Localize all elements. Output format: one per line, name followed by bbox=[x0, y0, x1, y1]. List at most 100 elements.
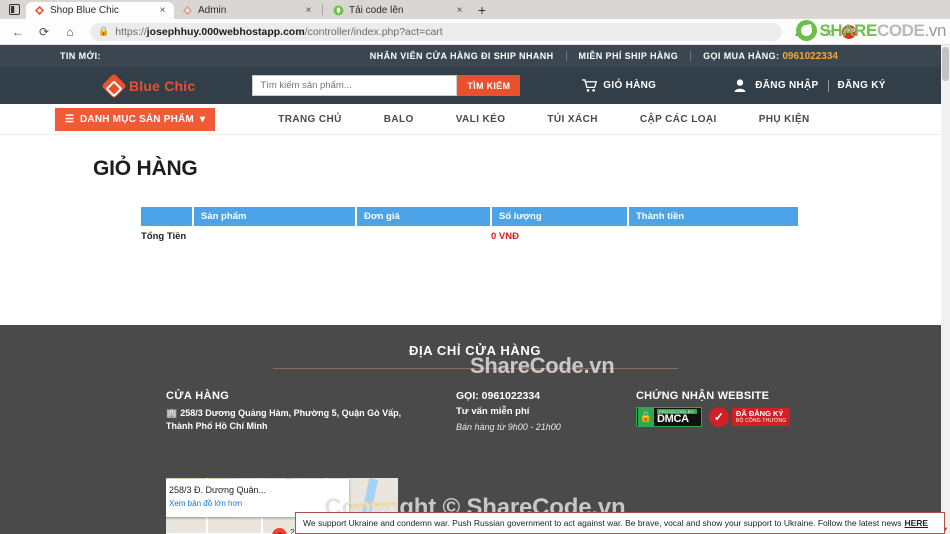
map-larger-link[interactable]: Xem bản đồ lớn hơn bbox=[169, 499, 341, 508]
footer-store-column: CỬA HÀNG 🏢 258/3 Dương Quảng Hàm, Phường … bbox=[166, 390, 434, 433]
tab-close-icon[interactable]: × bbox=[303, 5, 314, 16]
phone-number: 0961022334 bbox=[782, 50, 838, 62]
main-navigation: ☰ DANH MỤC SẢN PHẨM ▾ TRANG CHỦ BALO VAL… bbox=[0, 104, 950, 135]
tab-divider bbox=[322, 4, 323, 15]
announcement-item-0: NHÂN VIÊN CỬA HÀNG ĐI SHIP NHANH bbox=[369, 51, 554, 61]
nav-item-cap-cac-loai[interactable]: CẬP CÁC LOẠI bbox=[619, 114, 738, 125]
cert-badges: 🔒 PROTECTED BY: DMCA ✓ ĐÃ ĐĂNG KÝ BỘ CÔN… bbox=[636, 407, 791, 427]
news-label: TIN MỚI: bbox=[60, 51, 101, 61]
search-input[interactable] bbox=[252, 75, 458, 96]
account-block: ĐĂNG NHẬP ĐĂNG KÝ bbox=[734, 79, 885, 92]
browser-toolbar: ← ⟳ ⌂ 🔒 https://josephhuy.000webhostapp.… bbox=[0, 19, 950, 45]
cart-section: GIỎ HÀNG Sản phẩm Đơn giá Số lượng Thành… bbox=[0, 157, 950, 429]
site-footer: ĐỊA CHỈ CỬA HÀNG CỬA HÀNG 🏢 258/3 Dương Q… bbox=[0, 325, 950, 534]
lock-icon: 🔒 bbox=[98, 26, 110, 36]
th-quantity: Số lượng bbox=[491, 207, 629, 226]
site-header: Blue Chic TÌM KIẾM GIỎ HÀNG bbox=[0, 67, 950, 104]
total-label: Tổng Tiền bbox=[141, 231, 187, 242]
tab-close-icon[interactable]: × bbox=[157, 5, 168, 16]
browser-tab-1[interactable]: Shop Blue Chic × bbox=[26, 2, 174, 19]
reload-icon[interactable]: ⟳ bbox=[32, 21, 56, 43]
lock-shield-icon: 🔒 bbox=[638, 408, 654, 426]
cart-total-row: Tổng Tiền 0 VNĐ bbox=[141, 226, 798, 242]
browser-tab-3[interactable]: Tải code lên × bbox=[325, 2, 471, 19]
sharecode-favicon bbox=[333, 5, 344, 16]
nav-item-balo[interactable]: BALO bbox=[363, 114, 435, 125]
page-scrollbar[interactable]: ▲ ▼ bbox=[941, 45, 950, 534]
browser-tab-2[interactable]: Admin × bbox=[174, 2, 320, 19]
footer-columns: CỬA HÀNG 🏢 258/3 Dương Quảng Hàm, Phường … bbox=[0, 369, 950, 433]
store-heading: CỬA HÀNG bbox=[166, 390, 230, 402]
tab-title: Tải code lên bbox=[349, 5, 404, 16]
tab-title: Shop Blue Chic bbox=[50, 5, 119, 16]
ukraine-banner-link[interactable]: HERE bbox=[904, 518, 928, 528]
map-marker-icon[interactable] bbox=[268, 524, 291, 534]
address-bar[interactable]: 🔒 https://josephhuy.000webhostapp.com/co… bbox=[90, 22, 782, 41]
address-line-2: Thành Phố Hồ Chí Minh bbox=[166, 421, 268, 431]
announcement-item-1: MIỄN PHÍ SHIP HÀNG bbox=[578, 51, 679, 61]
bocongthuong-badge[interactable]: ✓ ĐÃ ĐĂNG KÝ BỘ CÔNG THƯƠNG bbox=[708, 407, 791, 427]
sharecode-watermark-logo: SHARECODE.vn bbox=[796, 20, 946, 41]
dmca-label: DMCA bbox=[657, 413, 689, 425]
bct-line-1: ĐÃ ĐĂNG KÝ bbox=[735, 409, 784, 418]
brand-name: Blue Chic bbox=[129, 77, 196, 94]
register-link[interactable]: ĐĂNG KÝ bbox=[838, 80, 886, 91]
page-title: GIỎ HÀNG bbox=[93, 157, 198, 180]
nav-item-phu-kien[interactable]: PHỤ KIỆN bbox=[738, 114, 831, 125]
url-text: https://josephhuy.000webhostapp.com/cont… bbox=[115, 25, 443, 38]
bct-text: ĐÃ ĐĂNG KÝ BỘ CÔNG THƯƠNG bbox=[731, 408, 791, 426]
nav-item-trang-chu[interactable]: TRANG CHỦ bbox=[257, 114, 363, 125]
header-actions: GIỎ HÀNG ĐĂNG NHẬP ĐĂNG KÝ bbox=[582, 79, 885, 92]
footer-certs-column: CHỨNG NHẬN WEBSITE 🔒 PROTECTED BY: DMCA … bbox=[636, 390, 791, 433]
nav-item-vali-keo[interactable]: VALI KÉO bbox=[435, 114, 527, 125]
search-button[interactable]: TÌM KIẾM bbox=[457, 75, 521, 96]
footer-title: ĐỊA CHỈ CỬA HÀNG bbox=[408, 343, 542, 358]
ukraine-support-banner: We support Ukraine and condemn war. Push… bbox=[295, 512, 945, 534]
new-tab-button[interactable]: + bbox=[471, 0, 493, 19]
search-form: TÌM KIẾM bbox=[252, 75, 521, 96]
map-pin-icon: 🏢 bbox=[166, 408, 178, 418]
store-address: 🏢 258/3 Dương Quảng Hàm, Phường 5, Quận G… bbox=[166, 407, 434, 433]
check-circle-icon: ✓ bbox=[708, 407, 729, 427]
sharecode-leaf-icon bbox=[796, 20, 818, 41]
th-subtotal: Thành tiền bbox=[628, 207, 798, 226]
nav-item-tui-xach[interactable]: TÚI XÁCH bbox=[526, 114, 618, 125]
tab-strip: Shop Blue Chic × Admin × Tải code lên × … bbox=[0, 0, 950, 19]
scrollbar-thumb[interactable] bbox=[942, 47, 949, 81]
shopping-cart-icon bbox=[582, 79, 598, 92]
browser-window: Shop Blue Chic × Admin × Tải code lên × … bbox=[0, 0, 950, 534]
divider bbox=[827, 79, 829, 92]
cart-table-head: Sản phẩm Đơn giá Số lượng Thành tiền bbox=[141, 207, 798, 226]
ukraine-banner-text: We support Ukraine and condemn war. Push… bbox=[303, 518, 902, 528]
contact-hours: Bán hàng từ 9h00 - 21h00 bbox=[456, 422, 561, 432]
contact-advice: Tư vấn miễn phí bbox=[456, 406, 530, 417]
th-select bbox=[141, 207, 194, 226]
chevron-down-icon: ▾ bbox=[199, 113, 206, 125]
announcement-items: NHÂN VIÊN CỬA HÀNG ĐI SHIP NHANH MIỄN PH… bbox=[358, 51, 850, 62]
sharecode-logo-text: SHARECODE.vn bbox=[819, 21, 946, 40]
th-product: Sản phẩm bbox=[193, 207, 357, 226]
dmca-text: PROTECTED BY: DMCA bbox=[655, 409, 701, 425]
certs-heading: CHỨNG NHẬN WEBSITE bbox=[636, 390, 770, 402]
spacer-cell bbox=[356, 226, 491, 242]
user-icon bbox=[734, 79, 746, 92]
category-dropdown-button[interactable]: ☰ DANH MỤC SẢN PHẨM ▾ bbox=[55, 107, 216, 131]
nav-links: TRANG CHỦ BALO VALI KÉO TÚI XÁCH CẬP CÁC… bbox=[257, 114, 830, 125]
footer-contact-column: GỌI: 0961022334 Tư vấn miễn phí Bán hàng… bbox=[456, 390, 631, 433]
total-value: 0 VNĐ bbox=[491, 231, 519, 242]
dmca-badge[interactable]: 🔒 PROTECTED BY: DMCA bbox=[636, 407, 702, 427]
back-icon[interactable]: ← bbox=[6, 21, 30, 43]
cart-table-body: Tổng Tiền 0 VNĐ bbox=[141, 226, 798, 242]
category-label: DANH MỤC SẢN PHẨM bbox=[80, 113, 194, 125]
cart-label: GIỎ HÀNG bbox=[603, 80, 657, 91]
bct-line-2: BỘ CÔNG THƯƠNG bbox=[735, 418, 787, 424]
tab-close-icon[interactable]: × bbox=[454, 5, 465, 16]
table-header-row: Sản phẩm Đơn giá Số lượng Thành tiền bbox=[141, 207, 798, 226]
brand-logo[interactable]: Blue Chic bbox=[101, 72, 196, 99]
login-link[interactable]: ĐĂNG NHẬP bbox=[755, 80, 818, 91]
tab-search-button[interactable] bbox=[2, 0, 26, 19]
home-icon[interactable]: ⌂ bbox=[58, 21, 82, 43]
bluechic-favicon bbox=[182, 5, 193, 16]
map-card-title: 258/3 Đ. Dương Quản... bbox=[169, 485, 266, 495]
cart-link[interactable]: GIỎ HÀNG bbox=[582, 79, 656, 92]
